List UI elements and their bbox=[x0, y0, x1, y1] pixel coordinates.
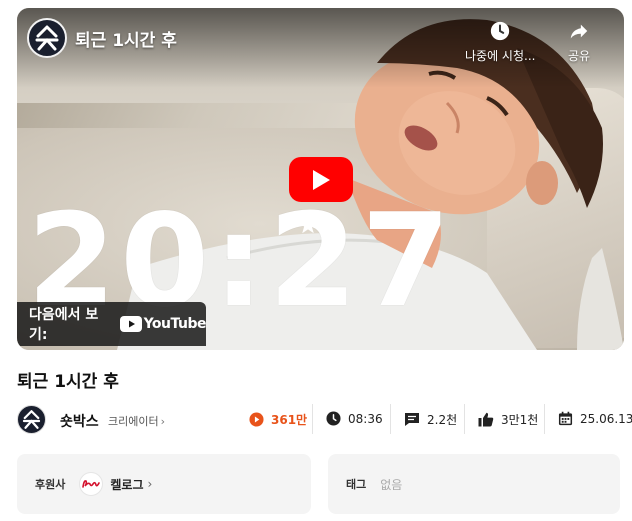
calendar-icon bbox=[558, 411, 573, 426]
tags-card: 태그 없음 bbox=[328, 454, 620, 514]
kelloggs-script-icon bbox=[82, 480, 101, 488]
share-button[interactable]: 공유 bbox=[568, 20, 590, 64]
chevron-right-icon[interactable]: › bbox=[148, 477, 153, 491]
creator-avatar[interactable] bbox=[17, 405, 46, 434]
stat-divider bbox=[312, 404, 313, 434]
kelloggs-logo-icon[interactable] bbox=[79, 472, 104, 496]
play-circle-icon bbox=[249, 412, 264, 427]
watch-on-youtube-button[interactable]: 다음에서 보기: YouTube bbox=[17, 302, 207, 346]
youtube-logo: YouTube bbox=[119, 316, 207, 332]
thumbs-up-icon bbox=[478, 412, 494, 427]
shortbox-logo-icon bbox=[35, 25, 59, 51]
share-label: 공유 bbox=[568, 49, 591, 63]
stat-date: 25.06.13 bbox=[558, 411, 632, 426]
shortbox-logo-icon bbox=[22, 410, 41, 429]
clock-icon bbox=[491, 21, 510, 41]
comment-icon bbox=[405, 413, 419, 426]
stat-likes: 3만1천 bbox=[478, 411, 538, 428]
tags-key-label: 태그 bbox=[346, 478, 367, 491]
chevron-right-icon: › bbox=[160, 415, 166, 428]
views-count: 361만 bbox=[271, 413, 308, 427]
stat-comments: 2.2천 bbox=[404, 411, 457, 428]
creator-name[interactable]: 숏박스 bbox=[60, 411, 99, 431]
upload-date: 25.06.13 bbox=[580, 411, 632, 426]
play-icon bbox=[313, 169, 330, 190]
page-title: 퇴근 1시간 후 bbox=[17, 372, 119, 392]
youtube-play-icon bbox=[119, 316, 142, 332]
share-arrow-icon bbox=[570, 24, 588, 39]
sponsor-card: 후원사 켈로그 › bbox=[17, 454, 311, 514]
watch-later-label: 나중에 시청... bbox=[465, 49, 536, 63]
creator-role-label: 크리에이터 bbox=[108, 415, 159, 428]
tags-value: 없음 bbox=[380, 477, 403, 492]
youtube-wordmark: YouTube bbox=[143, 316, 207, 332]
watch-on-label: 다음에서 보기: bbox=[29, 307, 99, 343]
star-icon bbox=[298, 215, 318, 234]
channel-avatar[interactable] bbox=[27, 18, 67, 58]
clock-icon bbox=[326, 411, 341, 426]
comments-count: 2.2천 bbox=[427, 413, 458, 427]
play-button[interactable] bbox=[289, 157, 353, 202]
sponsor-name-link[interactable]: 켈로그 bbox=[110, 476, 143, 493]
video-title[interactable]: 퇴근 1시간 후 bbox=[75, 26, 177, 51]
video-length: 08:36 bbox=[348, 411, 383, 426]
sponsor-key-label: 후원사 bbox=[35, 478, 66, 491]
watch-later-button[interactable]: 나중에 시청... bbox=[465, 20, 535, 64]
stat-divider bbox=[390, 404, 391, 434]
creator-link[interactable]: 크리에이터 › bbox=[108, 413, 165, 429]
stat-divider bbox=[464, 404, 465, 434]
stat-views: 361만 bbox=[249, 411, 307, 428]
stat-length: 08:36 bbox=[326, 411, 383, 426]
likes-count: 3만1천 bbox=[501, 413, 539, 427]
stat-divider bbox=[544, 404, 545, 434]
video-player[interactable]: 퇴근 1시간 후 나중에 시청... 공유 20:27 다음에서 보기: You… bbox=[17, 8, 624, 350]
